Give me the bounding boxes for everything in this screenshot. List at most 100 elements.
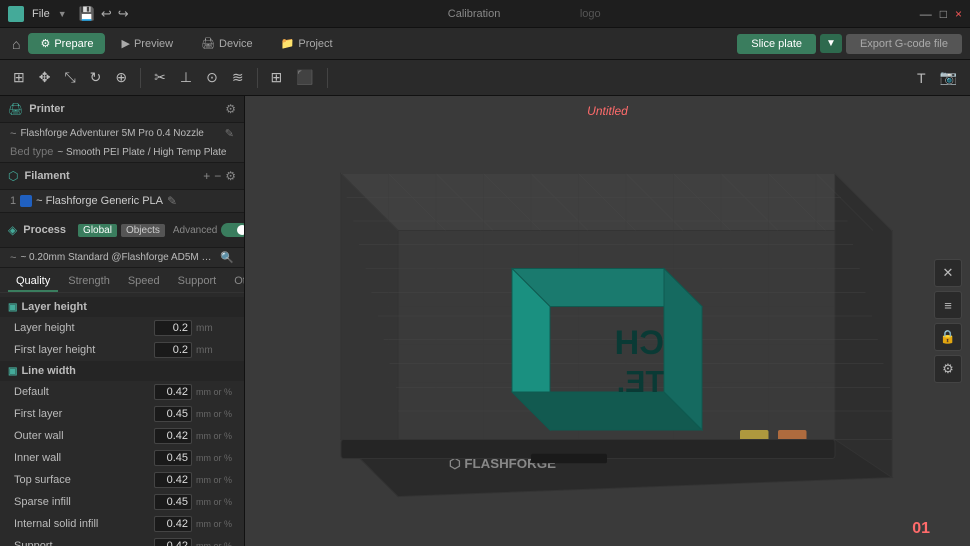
app-icon — [8, 6, 24, 22]
printer-section: 🖨 Printer ⚙ ~ Flashforge Adventurer 5M P… — [0, 96, 244, 162]
filament-add-icon[interactable]: + — [203, 169, 210, 183]
support-lw-input[interactable] — [154, 538, 192, 546]
setting-default-lw: Default mm or % — [0, 381, 244, 403]
setting-inner-wall-lw: Inner wall mm or % — [0, 447, 244, 469]
setting-top-surface-lw: Top surface mm or % — [0, 469, 244, 491]
redo-icon[interactable]: ↪ — [118, 6, 129, 22]
scale-tool[interactable]: ⤡ — [59, 66, 80, 89]
top-surface-lw-input[interactable] — [154, 472, 192, 488]
slice-plate-button[interactable]: Slice plate — [737, 34, 816, 54]
fill-tool[interactable]: ⬛ — [291, 66, 318, 89]
camera-tool[interactable]: 📷 — [935, 66, 962, 89]
menu-arrow[interactable]: ▼ — [58, 9, 67, 19]
tab-prepare[interactable]: ⚙ Prepare — [28, 33, 105, 54]
setting-sparse-infill-lw: Sparse infill mm or % — [0, 491, 244, 513]
svg-text:CH: CH — [615, 324, 664, 362]
printer-section-header: 🖨 Printer ⚙ — [0, 96, 244, 123]
tab-speed[interactable]: Speed — [120, 272, 168, 292]
process-search-icon[interactable]: 🔍 — [220, 251, 234, 264]
setting-support-lw: Support mm or % — [0, 535, 244, 546]
first-layer-height-input[interactable] — [154, 342, 192, 358]
outer-wall-lw-input[interactable] — [154, 428, 192, 444]
export-gcode-button[interactable]: Export G-code file — [846, 34, 962, 54]
setting-internal-solid-lw: Internal solid infill mm or % — [0, 513, 244, 535]
viewport: Untitled — [245, 96, 970, 546]
svg-text:TE.: TE. — [617, 365, 664, 399]
text-tool[interactable]: T — [912, 67, 931, 89]
rt-settings-btn[interactable]: ⚙ — [934, 355, 962, 383]
filament-index: 1 — [10, 195, 16, 207]
page-number: 01 — [912, 520, 930, 538]
tab-strength[interactable]: Strength — [60, 272, 118, 292]
slice-dropdown-button[interactable]: ▼ — [820, 34, 842, 53]
menu-file[interactable]: File — [32, 8, 50, 20]
undo-icon[interactable]: ↩ — [101, 6, 112, 22]
filament-row: 1 ~ Flashforge Generic PLA ✎ — [0, 190, 244, 212]
process-tag-controls: Global Objects Advanced ⊞ ≡ — [70, 219, 245, 241]
quality-tabs: Quality Strength Speed Support Others No… — [0, 267, 244, 293]
process-profile-row: ~ ~ 0.20mm Standard @Flashforge AD5M Pro… — [0, 248, 244, 267]
filament-color-swatch[interactable] — [20, 195, 32, 207]
title-bar: File ▼ 💾 ↩ ↪ Calibration logo — □ × — [0, 0, 970, 28]
save-icon[interactable]: 💾 — [79, 6, 95, 22]
tool-bar: ⊞ ✥ ⤡ ↻ ⊕ ✂ ⊥ ⊙ ≋ ⊞ ⬛ T 📷 — [0, 60, 970, 96]
tab-support[interactable]: Support — [170, 272, 225, 292]
default-lw-input[interactable] — [154, 384, 192, 400]
arrange-tool[interactable]: ⊞ — [266, 66, 288, 89]
layer-height-input[interactable] — [154, 320, 192, 336]
tab-others[interactable]: Others — [226, 272, 245, 292]
select-tool[interactable]: ⊞ — [8, 66, 30, 89]
printer-name-row: ~ Flashforge Adventurer 5M Pro 0.4 Nozzl… — [0, 123, 244, 144]
first-layer-lw-input[interactable] — [154, 406, 192, 422]
printer-name-text: Flashforge Adventurer 5M Pro 0.4 Nozzle — [20, 128, 203, 139]
rt-list-btn[interactable]: ≡ — [934, 291, 962, 319]
minimize-btn[interactable]: — — [920, 7, 932, 21]
tab-device[interactable]: 🖨 Device — [189, 33, 265, 54]
tab-quality[interactable]: Quality — [8, 272, 58, 292]
group-layer-height: ▣ Layer height — [0, 297, 244, 317]
global-tag[interactable]: Global — [78, 224, 117, 237]
process-section-icon: ◈ — [8, 223, 17, 237]
move-tool[interactable]: ✥ — [34, 66, 56, 89]
place-tool[interactable]: ⊕ — [110, 66, 132, 89]
filament-remove-icon[interactable]: − — [214, 169, 221, 183]
process-profile-text: ~ 0.20mm Standard @Flashforge AD5M Pro 0… — [20, 252, 216, 263]
group-layer-height-icon: ▣ — [8, 302, 17, 313]
rotate-tool[interactable]: ↻ — [85, 66, 107, 89]
internal-solid-lw-input[interactable] — [154, 516, 192, 532]
rt-close-btn[interactable]: ✕ — [934, 259, 962, 287]
device-icon: 🖨 — [201, 37, 215, 50]
left-panel: 🖨 Printer ⚙ ~ Flashforge Adventurer 5M P… — [0, 96, 245, 546]
printer-name-dash: ~ — [10, 128, 16, 140]
tool-divider-1 — [140, 68, 141, 88]
setting-outer-wall-lw: Outer wall mm or % — [0, 425, 244, 447]
close-btn[interactable]: × — [955, 7, 962, 21]
title-toolbar: 💾 ↩ ↪ — [79, 6, 129, 22]
home-button[interactable]: ⌂ — [8, 32, 24, 56]
window-controls: — □ × — [920, 7, 962, 21]
printer-settings-icon[interactable]: ⚙ — [225, 102, 236, 116]
setting-first-layer-height: First layer height mm — [0, 339, 244, 361]
filament-section-header: ⬡ Filament + − ⚙ — [0, 163, 244, 190]
printer-edit-icon[interactable]: ✎ — [225, 127, 234, 140]
fuzz-tool[interactable]: ≋ — [227, 66, 249, 89]
process-section-header: ◈ Process Global Objects Advanced ⊞ ≡ — [0, 213, 244, 248]
inner-wall-lw-input[interactable] — [154, 450, 192, 466]
tab-preview[interactable]: ▶ Preview — [109, 33, 185, 54]
tab-project[interactable]: 📁 Project — [269, 33, 345, 54]
seam-tool[interactable]: ⊙ — [201, 66, 223, 89]
printer-section-actions: ⚙ — [225, 102, 236, 116]
cut-tool[interactable]: ✂ — [149, 66, 171, 89]
preview-icon: ▶ — [121, 37, 129, 50]
filament-settings-icon[interactable]: ⚙ — [225, 169, 236, 183]
support-tool[interactable]: ⊥ — [175, 66, 197, 89]
sparse-infill-lw-input[interactable] — [154, 494, 192, 510]
advanced-toggle[interactable] — [221, 223, 245, 237]
advanced-label: Advanced — [173, 225, 217, 236]
maximize-btn[interactable]: □ — [940, 7, 947, 21]
rt-lock-btn[interactable]: 🔒 — [934, 323, 962, 351]
filament-edit-icon[interactable]: ✎ — [167, 194, 177, 208]
tool-divider-2 — [257, 68, 258, 88]
bed-3d-view: CH TE. ⬡ FLASHFORGE ⚠ 🔥 — [265, 116, 930, 516]
objects-tag[interactable]: Objects — [121, 224, 165, 237]
